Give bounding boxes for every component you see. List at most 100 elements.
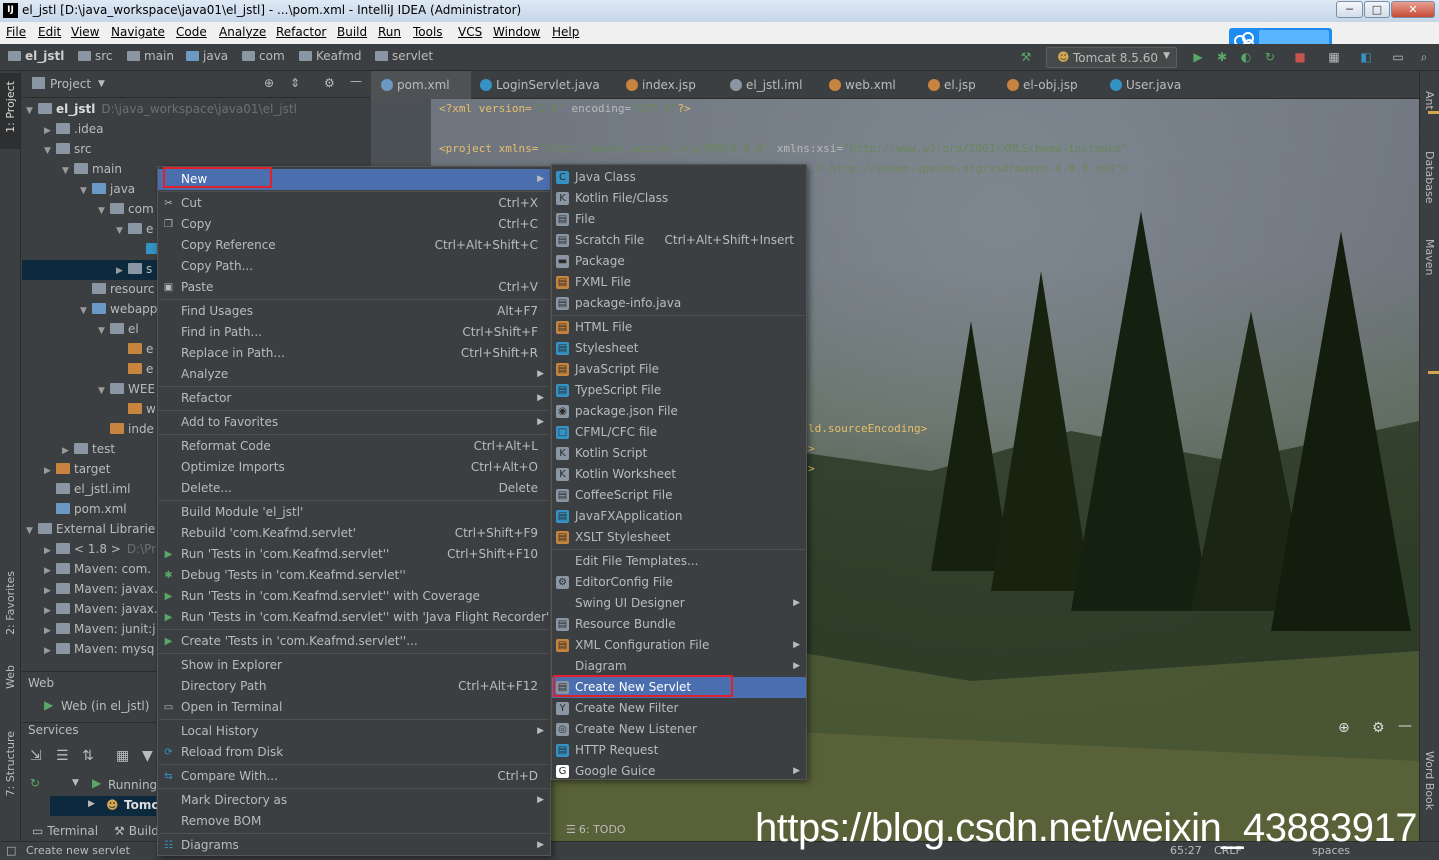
menu-item-copy[interactable]: ❐ Copy Ctrl+C	[158, 214, 550, 235]
tree-item[interactable]: w	[116, 399, 156, 419]
coverage-icon[interactable]: ◐	[1238, 49, 1254, 65]
tree-item[interactable]: ▼ WEE	[98, 379, 155, 399]
menu-item-stylesheet[interactable]: ▤ Stylesheet	[552, 338, 806, 359]
menu-item-create-new-filter[interactable]: Y Create New Filter	[552, 698, 806, 719]
menu-item-xml-configuration-file[interactable]: ▤ XML Configuration File ▶	[552, 635, 806, 656]
tree-item[interactable]: ▶ < 1.8 > D:\Pr	[44, 539, 156, 559]
profile-icon[interactable]: ↻	[1262, 49, 1278, 65]
tool-maven[interactable]: Maven	[1423, 239, 1436, 275]
maximize-button[interactable]: □	[1364, 1, 1390, 18]
menu-item-analyze[interactable]: Analyze ▶	[158, 364, 550, 385]
tree-arrow-icon[interactable]: ▼	[98, 381, 110, 401]
collapse-icon[interactable]: ⇕	[290, 76, 300, 90]
menu-help[interactable]: Help	[552, 25, 579, 39]
tree-arrow-icon[interactable]: ▶	[44, 561, 56, 581]
tool-wordbook[interactable]: Word Book	[1423, 751, 1436, 810]
search-icon[interactable]: ⌕	[1416, 49, 1432, 65]
menu-item-reformat-code[interactable]: Reformat Code Ctrl+Alt+L	[158, 436, 550, 457]
menu-item-refactor[interactable]: Refactor ▶	[158, 388, 550, 409]
menu-item-resource-bundle[interactable]: ▤ Resource Bundle	[552, 614, 806, 635]
tree-item[interactable]: ▶ .idea	[44, 119, 104, 139]
tool-database[interactable]: Database	[1423, 151, 1436, 204]
editor-tab[interactable]: el.jsp	[928, 78, 976, 92]
editor-tab[interactable]: el-obj.jsp	[1007, 78, 1078, 92]
locate-icon[interactable]: ⊕	[264, 76, 274, 90]
tree-item[interactable]: ▶ Maven: junit:j	[44, 619, 156, 639]
breadcrumb-keafmd[interactable]: Keafmd	[299, 49, 362, 63]
menu-item-cfml-cfc-file[interactable]: □ CFML/CFC file	[552, 422, 806, 443]
menu-item-typescript-file[interactable]: ▤ TypeScript File	[552, 380, 806, 401]
menu-tools[interactable]: Tools	[413, 25, 443, 39]
menu-item-run-tests-in-com-keafmd-servlet-with-coverage[interactable]: ▶ Run 'Tests in 'com.Keafmd.servlet'' wit…	[158, 586, 550, 607]
chevron-down-icon[interactable]: ▼	[98, 79, 105, 89]
menu-build[interactable]: Build	[337, 25, 367, 39]
layout-icon[interactable]: ▦	[116, 748, 129, 764]
tree-item[interactable]: pom.xml	[44, 499, 127, 519]
menu-item-run-tests-in-com-keafmd-servlet[interactable]: ▶ Run 'Tests in 'com.Keafmd.servlet'' Ctrl…	[158, 544, 550, 565]
editor-tab[interactable]: el_jstl.iml	[730, 78, 803, 92]
menu-vcs[interactable]: VCS	[458, 25, 482, 39]
menu-navigate[interactable]: Navigate	[111, 25, 165, 39]
menu-item-compare-with[interactable]: ⇆ Compare With... Ctrl+D	[158, 766, 550, 787]
project-structure-icon[interactable]: ▦	[1326, 49, 1342, 65]
tree-item[interactable]: ▼ External Librarie	[26, 519, 155, 539]
build-tab[interactable]: ⚒ Build	[114, 824, 159, 838]
menu-analyze[interactable]: Analyze	[219, 25, 266, 39]
tree-item[interactable]: e	[116, 339, 153, 359]
filter-icon[interactable]: ▼	[142, 748, 153, 764]
tree-item[interactable]: el_jstl.iml	[44, 479, 131, 499]
tree-arrow-icon[interactable]: ▶	[44, 581, 56, 601]
menu-item-java-class[interactable]: C Java Class	[552, 167, 806, 188]
menu-item-copy-path[interactable]: Copy Path...	[158, 256, 550, 277]
tree-item[interactable]: ▼ src	[44, 139, 92, 159]
menu-item-open-in-terminal[interactable]: ▭ Open in Terminal	[158, 697, 550, 718]
tree-arrow-icon[interactable]: ▶	[44, 601, 56, 621]
menu-item-javascript-file[interactable]: ▤ JavaScript File	[552, 359, 806, 380]
menu-item-http-request[interactable]: ▤ HTTP Request	[552, 740, 806, 761]
menu-refactor[interactable]: Refactor	[276, 25, 326, 39]
menu-item-javafxapplication[interactable]: ▤ JavaFXApplication	[552, 506, 806, 527]
menu-item-xslt-stylesheet[interactable]: ▤ XSLT Stylesheet	[552, 527, 806, 548]
menu-item-build-module-el-jstl[interactable]: Build Module 'el_jstl'	[158, 502, 550, 523]
tree-item[interactable]: ▶ Maven: javax.	[44, 579, 158, 599]
menu-code[interactable]: Code	[176, 25, 207, 39]
tree-arrow-icon[interactable]: ▶	[44, 621, 56, 641]
gear-icon[interactable]: ⚙	[324, 76, 335, 90]
menu-file[interactable]: File	[6, 25, 26, 39]
tool-structure[interactable]: 7: Structure	[4, 731, 17, 796]
menu-item-package-info-java[interactable]: ▤ package-info.java	[552, 293, 806, 314]
gear-icon[interactable]: ⚙	[1372, 720, 1385, 736]
menu-item-delete[interactable]: Delete... Delete	[158, 478, 550, 499]
menu-item-debug-tests-in-com-keafmd-servlet[interactable]: ✱ Debug 'Tests in 'com.Keafmd.servlet''	[158, 565, 550, 586]
locate-icon[interactable]: ⊕	[1338, 720, 1350, 736]
tree-arrow-icon[interactable]: ▼	[116, 221, 128, 241]
editor-tab[interactable]: LoginServlet.java	[480, 78, 600, 92]
menu-item-fxml-file[interactable]: ▤ FXML File	[552, 272, 806, 293]
tree-arrow-icon[interactable]: ▼	[26, 101, 38, 121]
tree-item[interactable]: ▶ s	[116, 259, 152, 279]
breadcrumb-java[interactable]: java	[186, 49, 228, 63]
todo-tab[interactable]: ☰ 6: TODO	[566, 823, 626, 836]
menu-item-run-tests-in-com-keafmd-servlet-with-java-flight-recorder[interactable]: ▶ Run 'Tests in 'com.Keafmd.servlet'' wit…	[158, 607, 550, 628]
breadcrumb-project[interactable]: el_jstl	[8, 49, 64, 63]
menu-item-create-new-listener[interactable]: ◎ Create New Listener	[552, 719, 806, 740]
menu-item-local-history[interactable]: Local History ▶	[158, 721, 550, 742]
tree-item[interactable]: e	[116, 359, 153, 379]
menu-item-create-tests-in-com-keafmd-servlet[interactable]: ▶ Create 'Tests in 'com.Keafmd.servlet''.…	[158, 631, 550, 652]
translate-icon[interactable]: ◧	[1358, 49, 1374, 65]
tree-arrow-icon[interactable]: ▼	[98, 321, 110, 341]
tree-item[interactable]: ▼ e	[116, 219, 153, 239]
menu-item-kotlin-file-class[interactable]: K Kotlin File/Class	[552, 188, 806, 209]
menu-item-google-guice[interactable]: G Google Guice ▶	[552, 761, 806, 782]
minimize-panel-icon[interactable]: —	[350, 74, 362, 88]
menu-item-optimize-imports[interactable]: Optimize Imports Ctrl+Alt+O	[158, 457, 550, 478]
menu-item-coffeescript-file[interactable]: ▤ CoffeeScript File	[552, 485, 806, 506]
menu-run[interactable]: Run	[378, 25, 401, 39]
editor-tab[interactable]: index.jsp	[626, 78, 696, 92]
menu-item-copy-reference[interactable]: Copy Reference Ctrl+Alt+Shift+C	[158, 235, 550, 256]
menu-item-replace-in-path[interactable]: Replace in Path... Ctrl+Shift+R	[158, 343, 550, 364]
tree-item[interactable]: ▼ webapp	[80, 299, 157, 319]
menu-window[interactable]: Window	[493, 25, 540, 39]
run-config-selector[interactable]: ☻ Tomcat 8.5.60 ▼	[1046, 47, 1177, 68]
tree-item[interactable]: ▶ Maven: mysq	[44, 639, 154, 659]
